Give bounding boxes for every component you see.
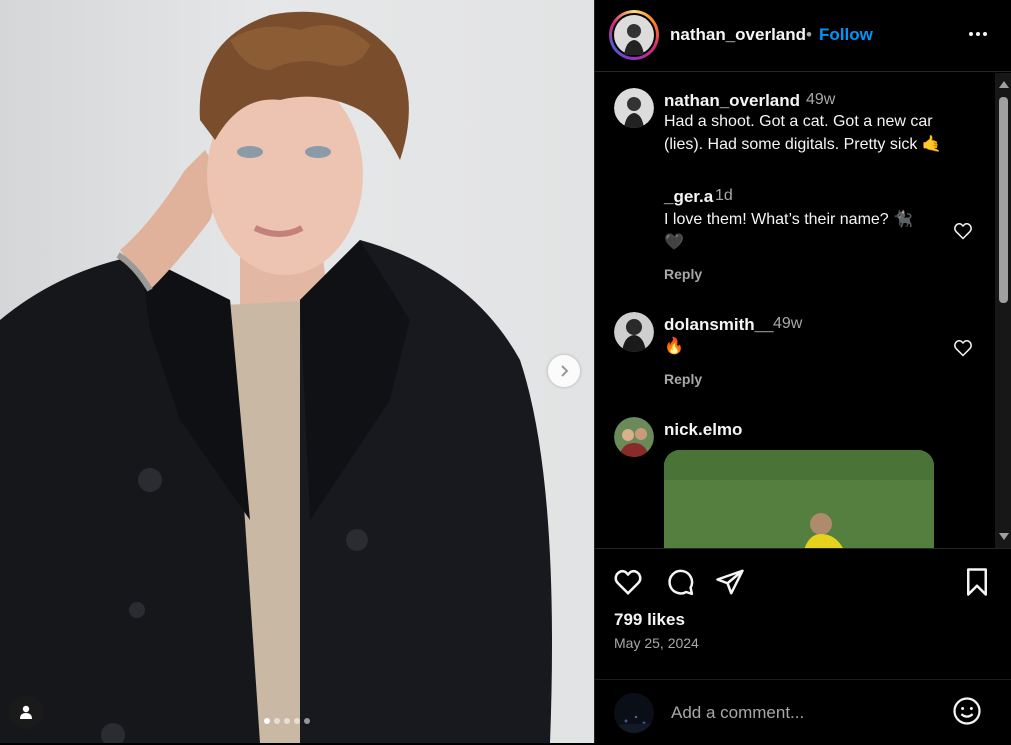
share-send-icon[interactable] [715, 567, 745, 597]
carousel-dot [304, 718, 310, 724]
like-comment-heart-icon[interactable] [953, 338, 973, 358]
avatar-image [614, 693, 654, 733]
commenter-avatar[interactable] [614, 88, 654, 128]
add-comment-row [595, 679, 1011, 745]
reply-button[interactable]: Reply [664, 371, 702, 387]
user-icon [20, 705, 32, 719]
add-comment-input[interactable] [669, 700, 933, 726]
save-bookmark-icon[interactable] [962, 567, 992, 597]
like-comment-heart-icon[interactable] [953, 221, 973, 241]
reply-button[interactable]: Reply [664, 266, 702, 282]
emoji-icon[interactable] [952, 696, 982, 726]
current-user-avatar [614, 693, 654, 733]
avatar-image [614, 312, 654, 352]
caption-text: Had a shoot. Got a cat. Got a new car (l… [664, 113, 942, 153]
comment-time: 49w [773, 315, 803, 332]
comments-scrollbar[interactable] [995, 73, 1011, 548]
follow-button[interactable]: Follow [819, 25, 873, 45]
scroll-down-arrow-icon[interactable] [999, 533, 1009, 540]
comment-username[interactable]: nick.elmo [664, 420, 742, 440]
comment-text: I love them! What’s their name? 🐈‍⬛🖤 [664, 211, 914, 251]
portrait-image [0, 11, 552, 743]
soccer-photo-thumbnail [664, 450, 934, 548]
carousel-dot [294, 718, 300, 724]
carousel-dot [274, 718, 280, 724]
comment-text: 🔥 [664, 338, 684, 355]
avatar-image [614, 417, 654, 457]
comments-list[interactable]: nathan_overland 49w Had a shoot. Got a c… [595, 73, 995, 548]
commenter-avatar[interactable] [614, 312, 654, 352]
next-slide-button[interactable] [548, 355, 580, 387]
comment-bubble-icon[interactable] [665, 567, 695, 597]
post-actions: 799 likes May 25, 2024 [595, 548, 1011, 743]
post-date: May 25, 2024 [614, 635, 699, 651]
like-heart-icon[interactable] [613, 567, 643, 597]
post-header: nathan_overland • Follow [595, 0, 1011, 72]
likes-count[interactable]: 799 likes [614, 610, 685, 630]
avatar-image [614, 88, 654, 128]
author-username[interactable]: nathan_overland [670, 25, 806, 45]
comment-username[interactable]: _ger.a [664, 187, 713, 207]
comment-username[interactable]: nathan_overland [664, 91, 800, 111]
chevron-right-icon [561, 365, 569, 377]
scroll-thumb[interactable] [999, 97, 1008, 303]
separator-dot: • [806, 25, 812, 44]
post-photo [0, 0, 594, 743]
author-avatar[interactable] [609, 10, 659, 60]
comment-time: 49w [806, 91, 836, 108]
carousel-dot [264, 718, 270, 724]
tagged-users-button[interactable] [9, 695, 43, 729]
comment-media-image[interactable] [664, 450, 934, 548]
scroll-up-arrow-icon[interactable] [999, 81, 1009, 88]
post-panel: nathan_overland • Follow nathan_overland… [594, 0, 1011, 743]
avatar-image [614, 15, 654, 55]
more-options-icon[interactable] [965, 24, 991, 44]
comment-username[interactable]: dolansmith__ [664, 315, 774, 335]
carousel-indicator [264, 718, 310, 724]
carousel-dot [284, 718, 290, 724]
comment-time: 1d [715, 187, 733, 204]
commenter-avatar[interactable] [614, 417, 654, 457]
